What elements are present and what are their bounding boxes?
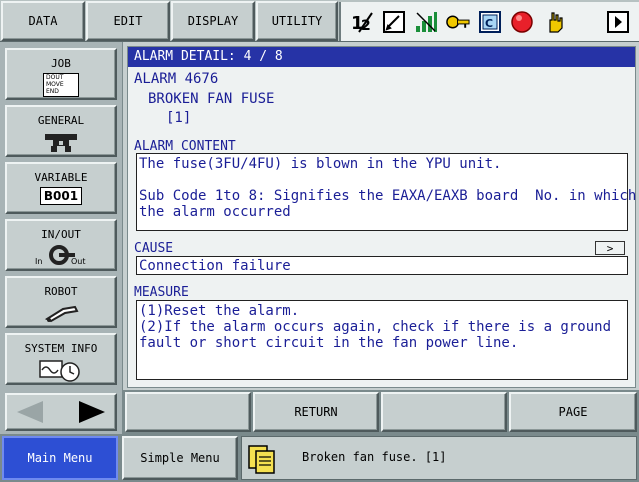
in-out-icon: In Out [33,244,89,268]
alarm-content-line2: Sub Code 1to 8: Signifies the EAXA/EAXB … [139,188,637,204]
sidebar-item-job[interactable]: JOB DOUT MOVE END [5,48,117,100]
job-icon-line1: DOUT [46,74,64,81]
job-icon-line3: END [46,88,59,95]
cause-box: Connection failure [136,256,628,275]
alarm-sub-code: [1] [166,110,192,126]
menu-bar: DATA EDIT DISPLAY UTILITY 12 C [0,0,639,42]
message-icon [248,445,275,474]
sidebar-item-label: GENERAL [37,114,85,127]
sidebar-page-arrows [5,393,117,431]
alarm-detail-window: ALARM DETAIL: 4 / 8 ALARM 4676 BROKEN FA… [127,46,636,388]
sidebar-item-system-info[interactable]: SYSTEM INFO [5,333,117,385]
return-button[interactable]: RETURN [253,392,379,432]
sidebar-item-label: VARIABLE [34,171,88,184]
page-left-arrow-icon[interactable] [13,399,47,425]
page-right-arrow-icon[interactable] [75,399,109,425]
bottom-bar: Main Menu Simple Menu Broken fan fuse. [… [0,434,639,482]
svg-text:C: C [485,17,493,30]
signal-strength-icon[interactable] [413,9,438,34]
main-menu-button[interactable]: Main Menu [2,436,118,480]
edit-mode-icon[interactable] [381,9,406,34]
sidebar-item-robot[interactable]: ROBOT [5,276,117,328]
message-bar[interactable]: Broken fan fuse. [1] [241,436,637,480]
sidebar-item-in-out[interactable]: IN/OUT In Out [5,219,117,271]
function-key-1[interactable] [125,392,251,432]
alarm-content-line3: the alarm occurred [139,204,291,220]
simple-menu-button[interactable]: Simple Menu [122,436,238,480]
job-icon-line2: MOVE [46,81,64,88]
sidebar-item-label: IN/OUT [41,228,81,241]
job-icon: DOUT MOVE END [43,73,79,97]
sidebar-item-label: ROBOT [44,285,78,298]
function-key-bar: RETURN PAGE [123,390,639,434]
alarm-detail-title: ALARM DETAIL: 4 / 8 [128,47,635,67]
sidebar-item-label: SYSTEM INFO [24,342,98,355]
simple-menu-label: Simple Menu [140,451,220,465]
status-icon-bar: 12 C [339,2,639,41]
cause-next-button[interactable]: > [595,241,625,255]
variable-icon: B001 [40,187,82,205]
in-out-icon-out-label: Out [71,257,86,266]
next-page-icon[interactable] [605,9,630,34]
alarm-name: BROKEN FAN FUSE [148,91,275,107]
measure-line2: (2)If the alarm occurs again, check if t… [139,319,612,335]
alarm-content-box: The fuse(3FU/4FU) is blown in the YPU un… [136,153,636,231]
menu-utility-label: UTILITY [271,14,323,28]
coordinate-icon[interactable]: 12 [349,9,374,34]
measure-box: (1)Reset the alarm. (2)If the alarm occu… [136,300,628,380]
menu-data-button[interactable]: DATA [1,1,85,41]
sidebar-item-general[interactable]: GENERAL [5,105,117,157]
measure-line3: fault or short circuit in the fan power … [139,335,519,351]
stop-icon[interactable] [509,9,534,34]
sidebar: JOB DOUT MOVE END GENERAL VARIABLE B001 … [0,42,122,434]
function-key-3[interactable] [381,392,507,432]
alarm-content-line1: The fuse(3FU/4FU) is blown in the YPU un… [139,156,502,172]
menu-edit-label: EDIT [113,14,143,28]
message-text: Broken fan fuse. [1] [302,450,447,464]
main-panel: ALARM DETAIL: 4 / 8 ALARM 4676 BROKEN FA… [123,42,639,390]
hand-icon[interactable] [541,9,566,34]
system-info-icon [39,360,80,382]
in-out-icon-in-label: In [35,257,43,266]
cause-label: CAUSE [134,241,174,256]
key-icon[interactable] [445,9,470,34]
alarm-code: ALARM 4676 [134,71,219,87]
menu-utility-button[interactable]: UTILITY [256,1,338,41]
menu-display-label: DISPLAY [187,14,239,28]
menu-display-button[interactable]: DISPLAY [171,1,255,41]
sidebar-item-label: JOB [51,57,71,70]
measure-line1: (1)Reset the alarm. [139,303,300,319]
measure-label: MEASURE [134,285,189,300]
robot-icon [44,305,79,323]
page-button[interactable]: PAGE [509,392,637,432]
sidebar-item-variable[interactable]: VARIABLE B001 [5,162,117,214]
general-icon [45,134,77,152]
menu-data-label: DATA [28,14,58,28]
teach-mode-icon[interactable]: C [477,9,502,34]
cause-text: Connection failure [139,258,291,274]
menu-edit-button[interactable]: EDIT [86,1,170,41]
